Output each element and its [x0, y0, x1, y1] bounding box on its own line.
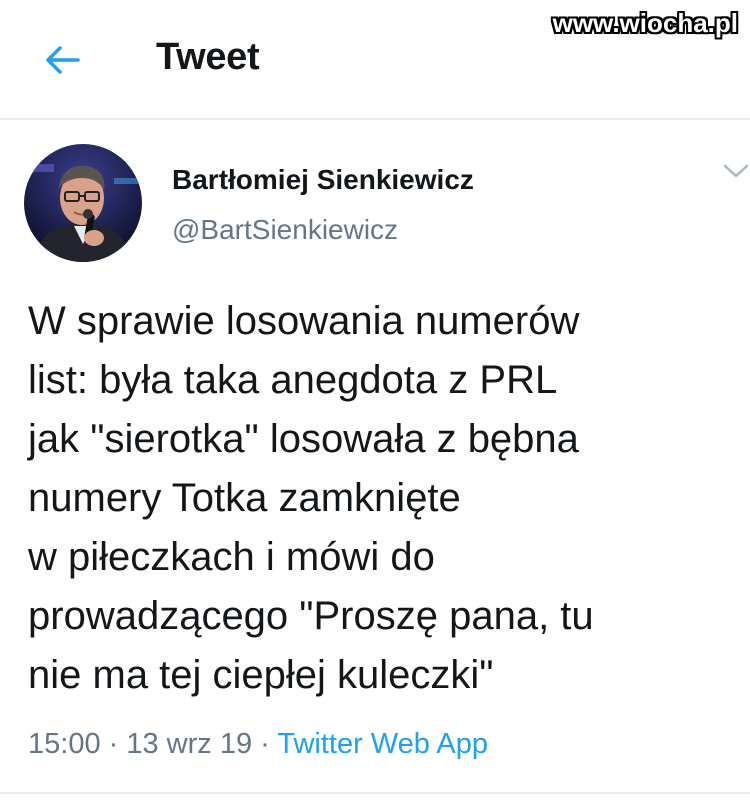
- author-handle[interactable]: @BartSienkiewicz: [172, 214, 398, 246]
- avatar-photo: [24, 144, 142, 262]
- tweet-text-line: numery Totka zamknięte: [28, 476, 461, 520]
- tweet-text-line: nie ma tej ciepłej kuleczki": [28, 653, 494, 697]
- tweet-text: W sprawie losowania numerów list: była t…: [28, 292, 728, 705]
- back-arrow-icon: [46, 46, 80, 74]
- chevron-down-icon: [723, 164, 749, 178]
- watermark: www.wiocha.pl: [552, 8, 738, 38]
- author-name[interactable]: Bartłomiej Sienkiewicz: [172, 164, 474, 196]
- meta-separator: ·: [100, 728, 127, 760]
- tweet-menu-button[interactable]: [722, 160, 750, 182]
- tweet-text-line: list: była taka anegdota z PRL: [28, 358, 558, 402]
- tweet-time: 15:00: [28, 728, 101, 760]
- tweet-text-line: prowadzącego "Proszę pana, tu: [28, 594, 594, 638]
- page-title: Tweet: [156, 36, 260, 78]
- divider: [0, 792, 750, 794]
- avatar[interactable]: [24, 144, 142, 262]
- tweet-text-line: W sprawie losowania numerów: [28, 299, 580, 343]
- tweet-text-line: w piłeczkach i mówi do: [28, 535, 435, 579]
- tweet-source-link[interactable]: Twitter Web App: [277, 728, 488, 760]
- meta-separator: ·: [252, 728, 278, 760]
- tweet-text-line: jak "sierotka" losowała z bębna: [28, 417, 579, 461]
- tweet-meta: 15:00 · 13 wrz 19 · Twitter Web App: [28, 728, 488, 761]
- tweet-date[interactable]: 13 wrz 19: [126, 728, 252, 760]
- back-button[interactable]: [40, 38, 84, 82]
